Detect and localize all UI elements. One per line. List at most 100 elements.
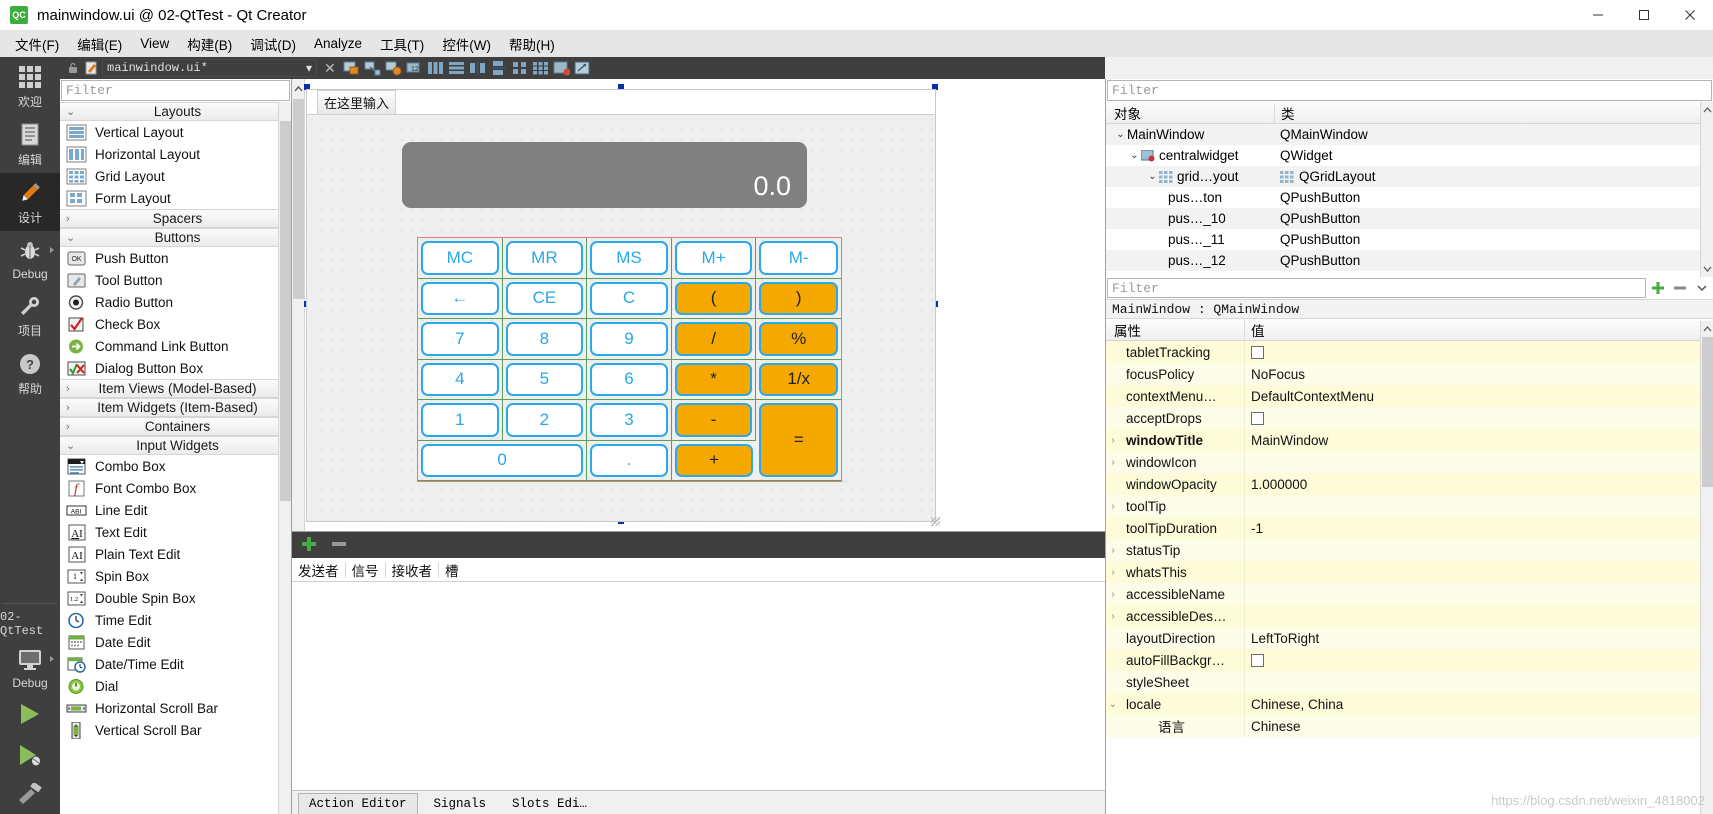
property-value[interactable]: NoFocus [1244,363,1713,385]
widget-item-dial[interactable]: Dial [60,675,291,697]
column-property[interactable]: 属性 [1106,320,1244,340]
button-0[interactable]: 0 [421,443,584,477]
canvas-scroll-thumb[interactable] [293,99,304,299]
add-connection-button[interactable] [300,535,318,556]
property-row-focusPolicy[interactable]: focusPolicy NoFocus [1106,363,1713,385]
property-row-accessibleName[interactable]: › accessibleName [1106,583,1713,605]
column-object[interactable]: 对象 [1106,103,1274,123]
widget-item-line-edit[interactable]: ABI Line Edit [60,499,291,521]
tree-row-pushbutton-12[interactable]: pus…_12 QPushButton [1106,250,1713,271]
tab-action-editor[interactable]: Action Editor [298,793,418,814]
edit-buddies-icon[interactable] [385,60,402,76]
widget-item-check-box[interactable]: Check Box [60,313,291,335]
button-4[interactable]: 4 [421,362,499,396]
chevron-down-icon[interactable]: ⌄ [1106,699,1120,710]
property-value[interactable]: MainWindow [1244,429,1713,451]
mode-projects[interactable]: 项目 [0,286,60,344]
property-value[interactable] [1244,495,1713,517]
property-row-windowOpacity[interactable]: windowOpacity 1.000000 [1106,473,1713,495]
widget-item-tool-button[interactable]: Tool Button [60,269,291,291]
widget-box-scroll-thumb[interactable] [280,121,291,501]
open-file-combo[interactable]: mainwindow.ui* ▾ [102,59,317,77]
mode-edit[interactable]: 编辑 [0,115,60,173]
mode-welcome[interactable]: 欢迎 [0,57,60,115]
layout-vertical-icon[interactable] [448,60,465,76]
chevron-right-icon[interactable]: › [1106,545,1120,556]
column-slot[interactable]: 槽 [439,560,465,580]
menu-widgets[interactable]: 控件(W) [433,30,500,58]
chevron-right-icon[interactable]: › [1106,457,1120,468]
property-value[interactable] [1244,539,1713,561]
property-row-styleSheet[interactable]: styleSheet [1106,671,1713,693]
maximize-button[interactable] [1621,0,1667,30]
button-5[interactable]: 5 [505,362,584,396]
layout-grid-icon[interactable] [532,60,549,76]
button-paren-close[interactable]: ) [759,281,838,315]
widget-item-grid-layout[interactable]: Grid Layout [60,165,291,187]
widget-item-double-spin-box[interactable]: 1.2 Double Spin Box [60,587,291,609]
menu-help[interactable]: 帮助(H) [500,30,564,58]
widget-item-time-edit[interactable]: Time Edit [60,609,291,631]
tab-signals[interactable]: Signals [424,794,497,814]
button-ce[interactable]: CE [505,281,584,315]
form-menu-bar[interactable]: 在这里输入 [307,89,935,115]
tree-row-gridlayout[interactable]: ⌄ grid…yout QGridLayout [1106,166,1713,187]
property-value[interactable] [1244,561,1713,583]
button-decimal[interactable]: . [590,443,668,477]
button-9[interactable]: 9 [590,322,668,356]
button-m-minus[interactable]: M- [759,241,838,275]
remove-property-button[interactable] [1669,278,1691,298]
property-row-locale[interactable]: ⌄ locale Chinese, China [1106,693,1713,715]
button-ms[interactable]: MS [590,241,668,275]
menu-placeholder-label[interactable]: 在这里输入 [317,89,397,115]
button-3[interactable]: 3 [590,403,668,437]
property-row-windowTitle[interactable]: › windowTitle MainWindow [1106,429,1713,451]
property-editor-filter-input[interactable]: Filter [1107,278,1646,298]
chevron-right-icon[interactable]: › [1106,611,1120,622]
lock-icon[interactable] [66,61,80,75]
property-value[interactable]: LeftToRight [1244,627,1713,649]
build-button[interactable] [15,777,45,814]
widget-category-buttons[interactable]: ⌄ Buttons [60,228,291,247]
widget-category-item-widgets[interactable]: › Item Widgets (Item-Based) [60,398,291,417]
button-mr[interactable]: MR [505,241,584,275]
mode-design[interactable]: 设计 [0,173,60,231]
form-editor-canvas[interactable]: 在这里输入 0.0 MC MR MS M+ M- ← CE C ( ) 7 8 … [292,79,1105,531]
widget-category-item-views[interactable]: › Item Views (Model-Based) [60,379,291,398]
widget-item-vertical-layout[interactable]: Vertical Layout [60,121,291,143]
run-button[interactable] [15,695,45,736]
tree-row-centralwidget[interactable]: ⌄ centralwidget QWidget [1106,145,1713,166]
chevron-right-icon[interactable]: › [1106,567,1120,578]
button-7[interactable]: 7 [421,322,499,356]
column-sender[interactable]: 发送者 [292,560,345,580]
kit-selector-button[interactable]: Debug [0,640,60,695]
resize-grip[interactable] [931,517,940,526]
tree-row-pushbutton-1[interactable]: pus…ton QPushButton [1106,187,1713,208]
widget-category-layouts[interactable]: ⌄ Layouts ^ [60,102,291,121]
property-row-statusTip[interactable]: › statusTip [1106,539,1713,561]
menu-edit[interactable]: 编辑(E) [68,30,131,58]
menu-tools[interactable]: 工具(T) [371,30,433,58]
menu-debug[interactable]: 调试(D) [241,30,305,58]
column-receiver[interactable]: 接收者 [386,560,439,580]
edit-signals-slots-icon[interactable] [364,60,381,76]
button-8[interactable]: 8 [505,322,584,356]
adjust-size-icon[interactable] [574,60,591,76]
widget-item-push-button[interactable]: OK Push Button [60,247,291,269]
property-value[interactable] [1244,671,1713,693]
button-paren-open[interactable]: ( [674,281,753,315]
checkbox[interactable] [1251,653,1264,667]
mode-help[interactable]: ? 帮助 [0,344,60,402]
break-layout-icon[interactable] [553,60,571,76]
widget-item-plain-text-edit[interactable]: AI Plain Text Edit [60,543,291,565]
debug-button[interactable] [15,736,45,777]
chevron-right-icon[interactable]: › [1106,435,1120,446]
property-row-accessibleDescription[interactable]: › accessibleDes… [1106,605,1713,627]
widget-box-list[interactable]: ⌄ Layouts ^ Vertical Layout Horizontal L… [60,102,291,814]
chevron-down-icon[interactable]: ⌄ [1114,129,1127,140]
widget-item-dialog-button-box[interactable]: Dialog Button Box [60,357,291,379]
property-value[interactable] [1244,605,1713,627]
menu-view[interactable]: View [131,32,178,55]
column-class[interactable]: 类 [1274,102,1713,123]
object-inspector-filter-input[interactable]: Filter [1107,80,1712,101]
